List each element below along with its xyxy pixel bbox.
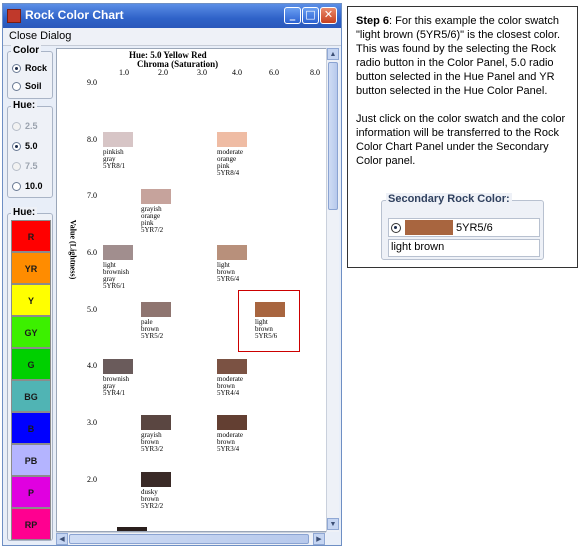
- color-swatch[interactable]: [103, 245, 133, 260]
- secondary-rock-color-panel: 5YR5/6 light brown: [381, 200, 544, 260]
- vertical-scrollbar[interactable]: ▲ ▼: [326, 48, 339, 532]
- hue-button-r[interactable]: R: [11, 220, 51, 252]
- color-swatch[interactable]: [217, 415, 247, 430]
- color-panel-legend: Color: [11, 45, 42, 56]
- hue-7-5-radio[interactable]: [12, 162, 21, 171]
- hue-2-5-label: 2.5: [25, 121, 38, 131]
- hue-button-g[interactable]: G: [11, 348, 51, 380]
- vertical-scroll-thumb[interactable]: [328, 62, 338, 210]
- selected-swatch-highlight: [238, 290, 300, 352]
- color-swatch[interactable]: [217, 132, 247, 147]
- horizontal-scrollbar[interactable]: ◀ ▶: [56, 532, 326, 545]
- scroll-down-arrow[interactable]: ▼: [327, 518, 339, 530]
- chroma-tick-label: 4.0: [232, 68, 242, 77]
- step-instruction: Just click on the color swatch and the c…: [356, 113, 566, 167]
- chroma-tick-label: 1.0: [119, 68, 129, 77]
- hue-button-b[interactable]: B: [11, 412, 51, 444]
- hue-button-gy[interactable]: GY: [11, 316, 51, 348]
- window-title: Rock Color Chart: [25, 8, 124, 22]
- hue-button-y[interactable]: Y: [11, 284, 51, 316]
- value-tick-label: 6.0: [87, 248, 97, 257]
- close-button[interactable]: ✕: [320, 7, 337, 24]
- hue-color-panel-legend: Hue:: [11, 207, 38, 218]
- scroll-right-arrow[interactable]: ▶: [313, 533, 325, 545]
- chroma-tick-label: 3.0: [197, 68, 207, 77]
- hue-button-pb[interactable]: PB: [11, 444, 51, 476]
- rock-radio-label: Rock: [25, 63, 48, 73]
- value-tick-label: 2.0: [87, 475, 97, 484]
- hue-2-5-radio[interactable]: [12, 122, 21, 131]
- color-swatch[interactable]: [217, 359, 247, 374]
- swatch-label: light brown 5YR6/4: [217, 261, 240, 283]
- soil-radio-label: Soil: [25, 81, 42, 91]
- hue-button-bg[interactable]: BG: [11, 380, 51, 412]
- value-tick-label: 5.0: [87, 305, 97, 314]
- hue-button-rp[interactable]: RP: [11, 508, 51, 540]
- rock-radio[interactable]: [12, 64, 21, 73]
- soil-radio[interactable]: [12, 82, 21, 91]
- secondary-color-swatch: [405, 220, 453, 235]
- hue-7-5-label: 7.5: [25, 161, 38, 171]
- hue-5-0-radio[interactable]: [12, 142, 21, 151]
- secondary-color-name: light brown: [391, 241, 445, 253]
- hue-button-yr[interactable]: YR: [11, 252, 51, 284]
- color-swatch[interactable]: [141, 415, 171, 430]
- color-chart-panel: Hue: 5.0 Yellow Red Chroma (Saturation) …: [56, 48, 339, 532]
- secondary-rock-color-title: Secondary Rock Color:: [386, 193, 512, 205]
- menu-bar: Close Dialog: [3, 28, 341, 46]
- chroma-tick-label: 2.0: [158, 68, 168, 77]
- secondary-color-code: 5YR5/6: [456, 222, 493, 234]
- hue-panel-legend: Hue:: [11, 100, 38, 111]
- swatch-label: moderate orange pink 5YR8/4: [217, 148, 244, 177]
- value-tick-label: 7.0: [87, 191, 97, 200]
- scroll-left-arrow[interactable]: ◀: [56, 533, 68, 545]
- hue-10-0-radio[interactable]: [12, 182, 21, 191]
- color-swatch[interactable]: [103, 132, 133, 147]
- horizontal-scroll-thumb[interactable]: [69, 534, 309, 544]
- swatch-label: grayish brown 5YR3/2: [141, 431, 164, 453]
- swatch-label: moderate brown 5YR4/4: [217, 375, 244, 397]
- hue-5-0-label: 5.0: [25, 141, 38, 151]
- rock-color-chart-window: Rock Color Chart _ □ ✕ Close Dialog Colo…: [2, 3, 342, 546]
- color-swatch[interactable]: [141, 472, 171, 487]
- value-axis-label: Value (Lightness): [68, 219, 78, 280]
- color-panel: [7, 51, 53, 99]
- value-tick-label: 3.0: [87, 418, 97, 427]
- chroma-tick-label: 6.0: [269, 68, 279, 77]
- secondary-color-radio[interactable]: [391, 223, 401, 233]
- hue-10-0-label: 10.0: [25, 181, 43, 191]
- color-swatch[interactable]: [103, 359, 133, 374]
- step-description: : For this example the color swatch "lig…: [356, 15, 561, 97]
- maximize-button[interactable]: □: [302, 7, 319, 24]
- value-tick-label: 8.0: [87, 135, 97, 144]
- color-swatch[interactable]: [217, 245, 247, 260]
- swatch-label: brownish gray 5YR4/1: [103, 375, 130, 397]
- color-swatch[interactable]: [141, 189, 171, 204]
- minimize-button[interactable]: _: [284, 7, 301, 24]
- swatch-label: pale brown 5YR5/2: [141, 318, 164, 340]
- swatch-label: light brownish gray 5YR6/1: [103, 261, 130, 290]
- close-dialog-menu[interactable]: Close Dialog: [9, 30, 71, 42]
- callout-text: Step 6: For this example the color swatc…: [356, 14, 572, 182]
- hue-button-p[interactable]: P: [11, 476, 51, 508]
- swatch-label: grayish orange pink 5YR7/2: [141, 205, 164, 234]
- app-icon: [7, 9, 21, 23]
- swatch-label: pinkish gray 5YR8/1: [103, 148, 126, 170]
- value-tick-label: 9.0: [87, 78, 97, 87]
- swatch-label: dusky brown 5YR2/2: [141, 488, 164, 510]
- step-label: Step 6: [356, 15, 390, 27]
- value-tick-label: 4.0: [87, 361, 97, 370]
- title-bar[interactable]: Rock Color Chart _ □ ✕: [3, 4, 341, 28]
- scroll-up-arrow[interactable]: ▲: [327, 48, 339, 60]
- chroma-tick-label: 8.0: [310, 68, 320, 77]
- swatch-label: moderate brown 5YR3/4: [217, 431, 244, 453]
- color-swatch[interactable]: [141, 302, 171, 317]
